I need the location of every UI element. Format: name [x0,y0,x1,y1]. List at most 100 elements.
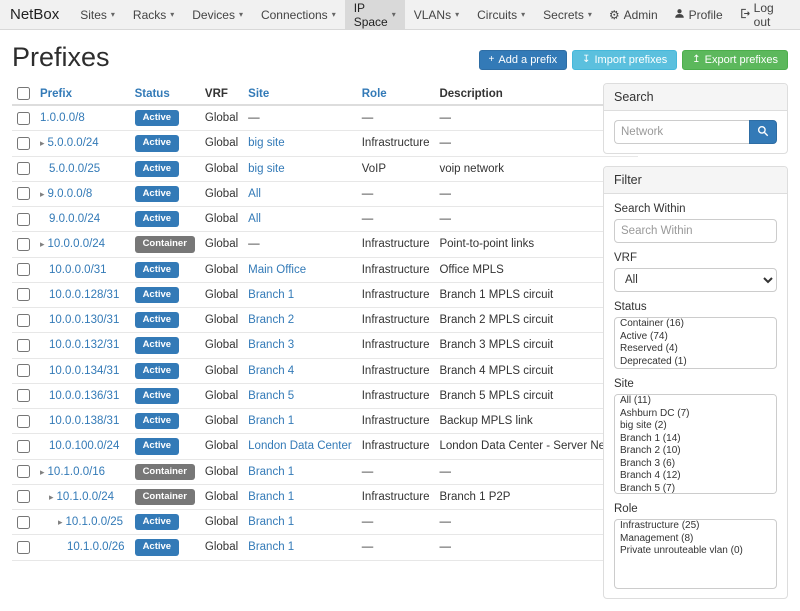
row-checkbox[interactable] [17,389,30,402]
prefix-link[interactable]: 10.1.0.0/25 [66,516,124,528]
site-link[interactable]: Branch 1 [248,415,294,427]
row-checkbox[interactable] [17,339,30,352]
row-checkbox[interactable] [17,516,30,529]
listbox-option[interactable]: All (11) [615,395,776,408]
nav-item-sites[interactable]: Sites ▾ [71,0,124,29]
site-link[interactable]: Main Office [248,264,306,276]
prefix-link[interactable]: 10.0.100.0/24 [49,440,119,452]
nav-item-ip-space[interactable]: IP Space ▾ [345,0,405,29]
row-checkbox[interactable] [17,465,30,478]
caret-down-icon: ▾ [392,10,396,19]
search-within-input[interactable] [614,219,777,243]
listbox-option[interactable]: Branch 4 (12) [615,470,776,483]
prefix-link[interactable]: 10.0.0.130/31 [49,314,119,326]
site-link[interactable]: Branch 1 [248,491,294,503]
admin-link[interactable]: ⚙ Admin [601,0,666,29]
prefix-link[interactable]: 10.1.0.0/16 [48,466,106,478]
listbox-option[interactable]: Branch 1 (14) [615,433,776,446]
prefix-link[interactable]: 1.0.0.0/8 [40,112,85,124]
listbox-option[interactable]: Private unrouteable vlan (0) [615,545,776,558]
listbox-option[interactable]: Infrastructure (25) [615,520,776,533]
column-header-prefix[interactable]: Prefix [35,83,130,105]
site-link[interactable]: Branch 1 [248,466,294,478]
select-all-checkbox[interactable] [17,87,30,100]
row-checkbox[interactable] [17,213,30,226]
listbox-option[interactable]: Branch 3 (6) [615,458,776,471]
add-prefix-button[interactable]: + Add a prefix [479,50,568,70]
nav-item-circuits[interactable]: Circuits ▾ [468,0,534,29]
listbox-option[interactable]: Branch 2 (10) [615,445,776,458]
export-prefixes-button[interactable]: ↥ Export prefixes [682,50,788,70]
prefix-link[interactable]: 10.0.0.136/31 [49,390,119,402]
listbox-option[interactable]: Container (16) [615,318,776,331]
prefix-link[interactable]: 10.0.0.132/31 [49,339,119,351]
row-checkbox[interactable] [17,187,30,200]
role-listbox[interactable]: Infrastructure (25)Management (8)Private… [614,519,777,589]
nav-item-devices[interactable]: Devices ▾ [183,0,252,29]
nav-item-vlans[interactable]: VLANs ▾ [405,0,468,29]
nav-item-racks[interactable]: Racks ▾ [124,0,183,29]
vrf-value: Global [200,510,243,535]
brand-logo[interactable]: NetBox [10,0,59,29]
prefix-link[interactable]: 5.0.0.0/24 [48,137,99,149]
row-checkbox[interactable] [17,415,30,428]
row-checkbox[interactable] [17,364,30,377]
site-link[interactable]: All [248,188,261,200]
vrf-value: Global [200,409,243,434]
row-checkbox[interactable] [17,440,30,453]
site-link[interactable]: big site [248,137,284,149]
row-checkbox[interactable] [17,314,30,327]
listbox-option[interactable]: Active (74) [615,331,776,344]
column-header-status[interactable]: Status [130,83,200,105]
status-badge: Active [135,337,180,353]
logout-link[interactable]: Log out [731,0,790,29]
listbox-option[interactable]: Ashburn DC (7) [615,408,776,421]
site-link[interactable]: Branch 1 [248,289,294,301]
row-checkbox[interactable] [17,490,30,503]
listbox-option[interactable]: Branch 5 (7) [615,483,776,495]
prefix-link[interactable]: 5.0.0.0/25 [49,163,100,175]
row-checkbox[interactable] [17,238,30,251]
status-listbox[interactable]: Container (16)Active (74)Reserved (4)Dep… [614,317,777,369]
site-link[interactable]: Branch 3 [248,339,294,351]
search-button[interactable] [749,120,777,144]
prefix-link[interactable]: 10.0.0.134/31 [49,365,119,377]
listbox-option[interactable]: Management (8) [615,533,776,546]
site-link[interactable]: Branch 4 [248,365,294,377]
site-link[interactable]: Branch 5 [248,390,294,402]
prefix-link[interactable]: 9.0.0.0/24 [49,213,100,225]
site-listbox[interactable]: All (11)Ashburn DC (7)big site (2)Branch… [614,394,777,494]
profile-link[interactable]: Profile [666,0,731,29]
column-header-site[interactable]: Site [243,83,357,105]
nav-item-secrets[interactable]: Secrets ▾ [534,0,601,29]
site-link[interactable]: Branch 1 [248,516,294,528]
listbox-option[interactable]: Deprecated (1) [615,356,776,369]
nav-item-connections[interactable]: Connections ▾ [252,0,345,29]
row-checkbox[interactable] [17,288,30,301]
search-input[interactable] [614,120,749,144]
row-checkbox[interactable] [17,162,30,175]
prefix-link[interactable]: 9.0.0.0/8 [48,188,93,200]
navbar-right: ⚙ Admin Profile Log out [601,0,790,29]
vrf-select[interactable]: All [614,268,777,292]
prefix-link[interactable]: 10.0.0.0/31 [49,264,107,276]
listbox-option[interactable]: Reserved (4) [615,343,776,356]
site-link[interactable]: All [248,213,261,225]
site-link[interactable]: Branch 1 [248,541,294,553]
row-checkbox[interactable] [17,137,30,150]
site-link[interactable]: Branch 2 [248,314,294,326]
row-checkbox[interactable] [17,112,30,125]
prefix-link[interactable]: 10.1.0.0/26 [67,541,125,553]
prefix-link[interactable]: 10.1.0.0/24 [57,491,115,503]
prefix-link[interactable]: 10.0.0.128/31 [49,289,119,301]
prefix-link[interactable]: 10.0.0.0/24 [48,238,106,250]
listbox-option[interactable]: big site (2) [615,420,776,433]
row-checkbox[interactable] [17,263,30,276]
row-checkbox[interactable] [17,541,30,554]
import-prefixes-button[interactable]: ↧ Import prefixes [572,50,677,70]
prefix-link[interactable]: 10.0.0.138/31 [49,415,119,427]
site-link[interactable]: big site [248,163,284,175]
role-value: Infrastructure [357,131,435,156]
site-link[interactable]: London Data Center [248,440,352,452]
column-header-role[interactable]: Role [357,83,435,105]
